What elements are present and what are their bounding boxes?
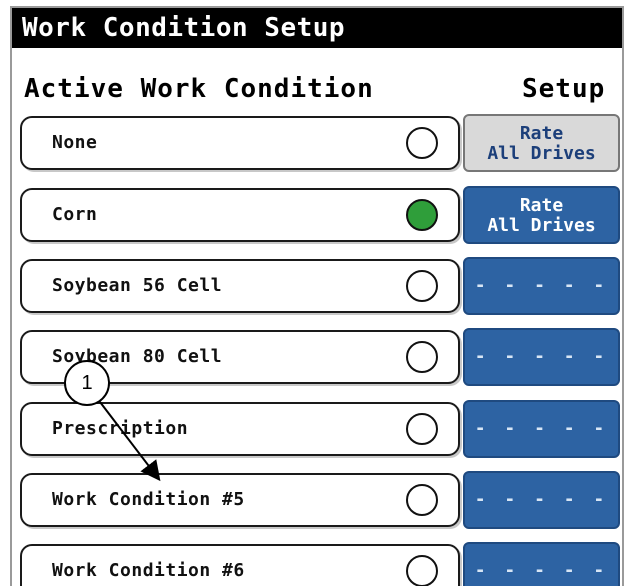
setup-button-empty[interactable]: - - - - -: [463, 257, 620, 315]
radio-button-selected[interactable]: [406, 199, 438, 231]
setup-button-line1: Rate: [519, 195, 564, 216]
setup-button-dashes: - - - - -: [474, 489, 609, 510]
setup-button-line1: Rate: [519, 123, 564, 144]
setup-button-dashes: - - - - -: [474, 418, 609, 439]
setup-button-rate-all-drives[interactable]: Rate All Drives: [463, 186, 620, 244]
work-condition-row-prescription[interactable]: Prescription: [20, 402, 460, 456]
setup-header: Setup: [522, 74, 606, 104]
active-work-condition-header: Active Work Condition: [24, 74, 374, 104]
setup-button-dashes: - - - - -: [474, 275, 609, 296]
work-condition-label: Prescription: [52, 418, 189, 439]
radio-button[interactable]: [406, 555, 438, 586]
radio-button[interactable]: [406, 341, 438, 373]
work-condition-row-none[interactable]: None: [20, 116, 460, 170]
setup-button-dashes: - - - - -: [474, 560, 609, 581]
work-condition-label: Soybean 56 Cell: [52, 275, 223, 296]
work-condition-row-6[interactable]: Work Condition #6: [20, 544, 460, 586]
work-condition-label: Work Condition #5: [52, 489, 245, 510]
work-condition-label: Work Condition #6: [52, 560, 245, 581]
setup-button-rate-all-drives[interactable]: Rate All Drives: [463, 114, 620, 172]
page-title: Work Condition Setup: [12, 8, 622, 48]
radio-button[interactable]: [406, 484, 438, 516]
radio-button[interactable]: [406, 127, 438, 159]
radio-button[interactable]: [406, 413, 438, 445]
work-condition-row-5[interactable]: Work Condition #5: [20, 473, 460, 527]
setup-button-empty[interactable]: - - - - -: [463, 328, 620, 386]
work-condition-row-corn[interactable]: Corn: [20, 188, 460, 242]
screen-frame: Work Condition Setup Active Work Conditi…: [10, 6, 624, 586]
work-condition-label: None: [52, 132, 98, 153]
setup-button-empty[interactable]: - - - - -: [463, 542, 620, 586]
setup-button-empty[interactable]: - - - - -: [463, 471, 620, 529]
setup-button-line2: All Drives: [487, 143, 596, 164]
setup-button-line2: All Drives: [487, 215, 596, 236]
setup-button-dashes: - - - - -: [474, 346, 609, 367]
work-condition-row-soybean-56[interactable]: Soybean 56 Cell: [20, 259, 460, 313]
setup-button-empty[interactable]: - - - - -: [463, 400, 620, 458]
work-condition-label: Corn: [52, 204, 98, 225]
callout-marker: 1: [64, 360, 110, 406]
radio-button[interactable]: [406, 270, 438, 302]
